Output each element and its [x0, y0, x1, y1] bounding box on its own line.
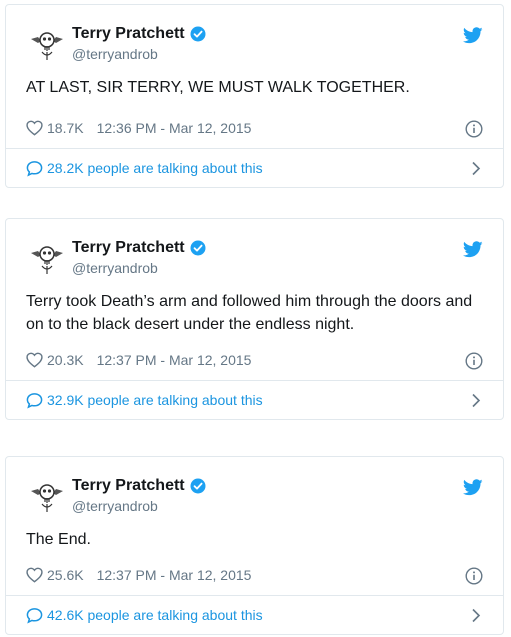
name-line: Terry Pratchett [72, 25, 206, 43]
heart-icon[interactable] [26, 352, 43, 368]
chevron-right-icon[interactable] [471, 608, 481, 623]
display-name[interactable]: Terry Pratchett [72, 239, 185, 257]
like-count[interactable]: 20.3K [47, 352, 84, 368]
chevron-right-icon[interactable] [471, 161, 481, 176]
info-icon[interactable] [465, 567, 483, 585]
skull-avatar-icon[interactable] [30, 479, 64, 513]
tweet-header: Terry Pratchett @terryandrob [6, 5, 503, 67]
like-count[interactable]: 25.6K [47, 567, 84, 583]
conversation-link[interactable]: 28.2K people are talking about this [6, 148, 503, 187]
display-name[interactable]: Terry Pratchett [72, 477, 185, 495]
timestamp[interactable]: 12:37 PM - Mar 12, 2015 [97, 352, 252, 368]
skull-avatar-icon[interactable] [30, 27, 64, 61]
user-handle[interactable]: @terryandrob [72, 46, 158, 62]
skull-avatar-icon[interactable] [30, 241, 64, 275]
speech-bubble-icon [26, 160, 43, 177]
tweet-meta: 25.6K 12:37 PM - Mar 12, 2015 [6, 555, 503, 595]
tweet-text: AT LAST, SIR TERRY, WE MUST WALK TOGETHE… [26, 79, 410, 96]
heart-icon[interactable] [26, 120, 43, 136]
talking-count[interactable]: 32.9K people are talking about this [47, 392, 263, 408]
speech-bubble-icon [26, 607, 43, 624]
verified-badge-icon [190, 26, 206, 42]
timestamp[interactable]: 12:37 PM - Mar 12, 2015 [97, 567, 252, 583]
info-icon[interactable] [465, 352, 483, 370]
heart-icon[interactable] [26, 567, 43, 583]
timestamp[interactable]: 12:36 PM - Mar 12, 2015 [97, 120, 252, 136]
verified-badge-icon [190, 240, 206, 256]
name-line: Terry Pratchett [72, 477, 206, 495]
tweet-text: Terry took Death’s arm and followed him … [26, 293, 473, 333]
user-handle[interactable]: @terryandrob [72, 498, 158, 514]
user-handle[interactable]: @terryandrob [72, 260, 158, 276]
talking-count[interactable]: 28.2K people are talking about this [47, 160, 263, 176]
tweet-card[interactable]: Terry Pratchett @terryandrob The End. 25… [5, 456, 504, 635]
tweet-meta: 20.3K 12:37 PM - Mar 12, 2015 [6, 340, 503, 380]
speech-bubble-icon [26, 392, 43, 409]
like-count[interactable]: 18.7K [47, 120, 84, 136]
display-name[interactable]: Terry Pratchett [72, 25, 185, 43]
name-line: Terry Pratchett [72, 239, 206, 257]
tweet-header: Terry Pratchett @terryandrob [6, 457, 503, 519]
tweet-header: Terry Pratchett @terryandrob [6, 219, 503, 281]
twitter-bird-icon[interactable] [463, 241, 483, 258]
chevron-right-icon[interactable] [471, 393, 481, 408]
verified-badge-icon [190, 478, 206, 494]
info-icon[interactable] [465, 120, 483, 138]
tweet-card[interactable]: Terry Pratchett @terryandrob AT LAST, SI… [5, 4, 504, 188]
conversation-link[interactable]: 32.9K people are talking about this [6, 380, 503, 419]
twitter-bird-icon[interactable] [463, 27, 483, 44]
tweet-text: The End. [26, 531, 91, 548]
twitter-bird-icon[interactable] [463, 479, 483, 496]
tweet-card[interactable]: Terry Pratchett @terryandrob Terry took … [5, 218, 504, 420]
talking-count[interactable]: 42.6K people are talking about this [47, 607, 263, 623]
tweet-meta: 18.7K 12:36 PM - Mar 12, 2015 [6, 108, 503, 148]
conversation-link[interactable]: 42.6K people are talking about this [6, 595, 503, 634]
